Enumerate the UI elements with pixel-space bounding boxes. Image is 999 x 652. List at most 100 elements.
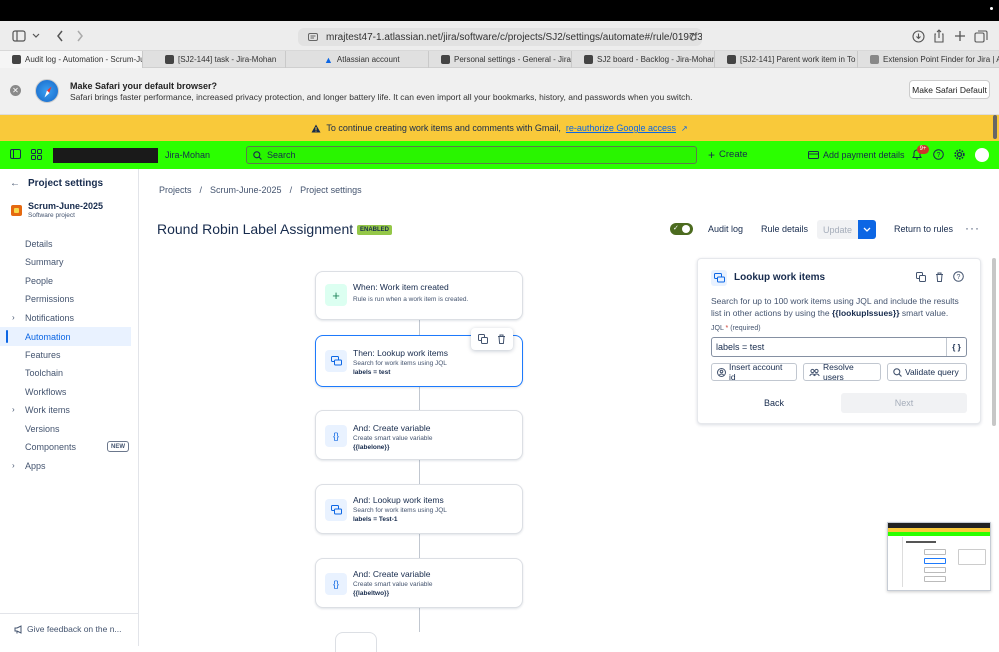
back-arrow-icon[interactable]: ← xyxy=(10,178,20,189)
breadcrumb-projects[interactable]: Projects xyxy=(159,185,192,195)
update-dropdown-button[interactable] xyxy=(858,220,876,239)
tab-extension-finder[interactable]: Extension Point Finder for Jira | Atla..… xyxy=(858,51,999,68)
component-title: And: Lookup work items xyxy=(353,495,444,505)
braces-icon: {} xyxy=(325,425,347,447)
close-icon[interactable]: ✕ xyxy=(10,85,21,96)
chevron-right-icon[interactable]: › xyxy=(12,405,15,414)
tab-label: Audit log - Automation - Scrum-Jun... xyxy=(25,55,143,64)
sidebar-item-label: Features xyxy=(25,349,61,360)
sidebar-item-components[interactable]: Components NEW xyxy=(0,437,131,456)
sidebar-toggle-icon[interactable] xyxy=(10,149,21,159)
chevron-right-icon[interactable]: › xyxy=(12,461,15,470)
sidebar-item-notifications[interactable]: › Notifications xyxy=(0,308,131,327)
return-to-rules-button[interactable]: Return to rules xyxy=(894,224,953,234)
action-card-create-variable-1[interactable]: {} And: Create variable Create smart val… xyxy=(315,410,523,460)
tab-audit-log[interactable]: Audit log - Automation - Scrum-Jun... xyxy=(0,51,143,68)
plus-icon: + xyxy=(708,147,716,162)
create-button[interactable]: + Create xyxy=(708,147,748,162)
chevron-down-icon[interactable] xyxy=(27,27,45,45)
reauthorize-link[interactable]: re-authorize Google access xyxy=(566,123,676,133)
back-arrow-icon[interactable] xyxy=(51,27,69,45)
new-tab-icon[interactable] xyxy=(951,27,969,45)
jql-label-text: JQL xyxy=(711,325,724,332)
sidebar-item-label: Components xyxy=(25,441,77,452)
resolve-users-button[interactable]: Resolve users xyxy=(803,362,881,382)
site-logo[interactable] xyxy=(53,148,158,163)
sidebar-item-workflows[interactable]: Workflows xyxy=(0,382,131,401)
sidebar-item-automation[interactable]: Automation xyxy=(0,327,131,346)
safari-compass-icon xyxy=(35,79,59,103)
flow-connector xyxy=(419,534,420,558)
sidebar-item-toolchain[interactable]: Toolchain xyxy=(0,363,131,382)
back-button[interactable]: Back xyxy=(741,393,807,413)
sidebar-heading[interactable]: Project settings xyxy=(28,178,103,189)
tab-personal-settings[interactable]: Personal settings - General - Jira-M... xyxy=(429,51,572,68)
sidebar-item-label: Summary xyxy=(25,256,64,267)
download-icon[interactable] xyxy=(909,27,927,45)
page-minimap[interactable] xyxy=(887,522,991,591)
sidebar-item-versions[interactable]: Versions xyxy=(0,419,131,438)
settings-gear-icon[interactable] xyxy=(954,149,965,160)
panel-scrollbar[interactable] xyxy=(992,258,996,426)
avatar[interactable] xyxy=(975,148,989,162)
smart-value-braces-icon[interactable]: { } xyxy=(946,338,966,356)
share-icon[interactable] xyxy=(930,27,948,45)
sidebar-item-work-items[interactable]: › Work items xyxy=(0,400,131,419)
insert-account-id-button[interactable]: Insert account id xyxy=(711,362,797,382)
duplicate-icon[interactable] xyxy=(916,272,926,282)
help-icon[interactable]: ? xyxy=(953,271,964,282)
rule-title[interactable]: Round Robin Label Assignment xyxy=(157,221,353,237)
sidebar-item-permissions[interactable]: Permissions xyxy=(0,289,131,308)
megaphone-icon xyxy=(14,624,23,634)
rule-details-button[interactable]: Rule details xyxy=(761,224,808,234)
action-card-create-variable-2[interactable]: {} And: Create variable Create smart val… xyxy=(315,558,523,608)
page-settings-icon[interactable] xyxy=(308,32,318,42)
project-name[interactable]: Scrum-June-2025 xyxy=(28,201,103,211)
add-component-placeholder[interactable] xyxy=(335,632,377,652)
sidebar-item-details[interactable]: Details xyxy=(0,234,131,253)
tab-sj2-141[interactable]: [SJ2-141] Parent work item in To do... xyxy=(715,51,858,68)
update-button[interactable]: Update xyxy=(817,220,858,239)
sidebar-item-summary[interactable]: Summary xyxy=(0,252,131,271)
duplicate-icon[interactable] xyxy=(478,334,489,344)
jql-input[interactable]: labels = test xyxy=(711,337,967,357)
delete-icon[interactable] xyxy=(497,334,506,344)
sidebar-item-features[interactable]: Features xyxy=(0,345,131,364)
tab-label: [SJ2-144] task - Jira-Mohan xyxy=(178,55,277,64)
more-options-icon[interactable]: ··· xyxy=(965,221,980,235)
audit-log-button[interactable]: Audit log xyxy=(708,224,743,234)
tab-overview-icon[interactable] xyxy=(972,27,990,45)
breadcrumb-project-settings[interactable]: Project settings xyxy=(300,185,362,195)
tab-sj2-board[interactable]: SJ2 board - Backlog - Jira-Mohan xyxy=(572,51,715,68)
page-scrollbar[interactable] xyxy=(993,115,997,139)
search-input[interactable]: Search xyxy=(246,146,697,164)
sidebar-item-apps[interactable]: › Apps xyxy=(0,456,131,475)
make-safari-default-button[interactable]: Make Safari Default xyxy=(909,80,990,99)
sidebar-item-people[interactable]: People xyxy=(0,271,131,290)
address-bar[interactable]: mrajtest47-1.atlassian.net/jira/software… xyxy=(298,28,702,46)
delete-icon[interactable] xyxy=(935,272,944,282)
chevron-right-icon[interactable]: › xyxy=(12,313,15,322)
site-name[interactable]: Jira-Mohan xyxy=(165,150,210,160)
reload-icon[interactable] xyxy=(688,32,698,42)
next-button[interactable]: Next xyxy=(841,393,967,413)
app-switcher-icon[interactable] xyxy=(31,149,42,160)
forward-arrow-icon[interactable] xyxy=(71,27,89,45)
menu-bar-strip xyxy=(0,0,999,21)
sidebar-toggle-icon[interactable] xyxy=(10,27,28,45)
chevron-down-icon xyxy=(863,227,871,232)
breadcrumb-project[interactable]: Scrum-June-2025 xyxy=(210,185,282,195)
rule-enabled-toggle[interactable]: ✓ xyxy=(670,223,693,235)
add-payment-button[interactable]: Add payment details xyxy=(808,150,905,160)
feedback-link[interactable]: Give feedback on the n... xyxy=(14,624,122,634)
validate-query-button[interactable]: Validate query xyxy=(887,363,967,381)
credit-card-icon xyxy=(808,151,819,159)
help-icon[interactable]: ? xyxy=(933,149,944,160)
trigger-card[interactable]: + When: Work item created Rule is run wh… xyxy=(315,271,523,320)
flow-connector xyxy=(419,320,420,335)
action-card-lookup-2[interactable]: And: Lookup work items Search for work i… xyxy=(315,484,523,534)
tab-sj2-144[interactable]: [SJ2-144] task - Jira-Mohan xyxy=(143,51,286,68)
warning-banner: To continue creating work items and comm… xyxy=(0,115,999,141)
lookup-icon xyxy=(325,499,347,521)
tab-atlassian-account[interactable]: ▲ Atlassian account xyxy=(286,51,429,68)
